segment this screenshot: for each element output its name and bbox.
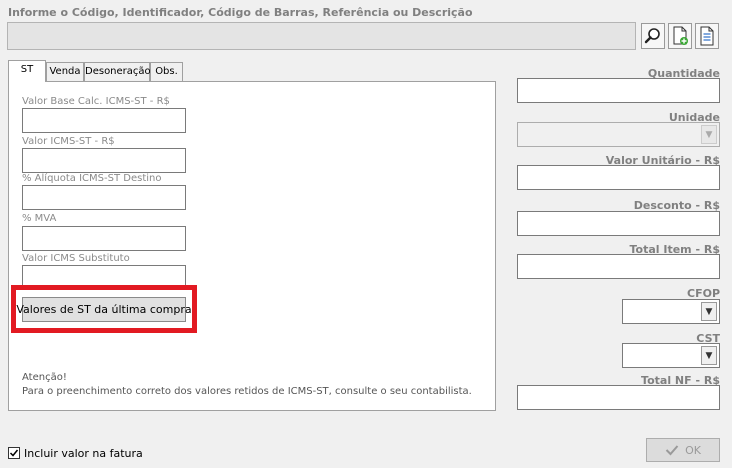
desconto-input[interactable] xyxy=(517,211,720,236)
unidade-select[interactable]: ▼ xyxy=(517,122,720,147)
attention-title: Atenção! xyxy=(22,372,67,383)
new-product-button[interactable] xyxy=(668,23,692,49)
cfop-select[interactable]: ▼ xyxy=(622,299,720,324)
checkmark-icon xyxy=(665,445,679,456)
base-calc-icms-st-label: Valor Base Calc. ICMS-ST - R$ xyxy=(22,96,170,107)
mva-label: % MVA xyxy=(22,213,57,224)
chevron-down-icon: ▼ xyxy=(701,302,717,321)
include-invoice-checkbox[interactable] xyxy=(8,447,20,459)
aliquota-destino-input[interactable] xyxy=(22,185,186,210)
cst-select[interactable]: ▼ xyxy=(622,343,720,368)
aliquota-destino-label: % Alíquota ICMS-ST Destino xyxy=(22,173,162,184)
last-purchase-st-button[interactable]: Valores de ST da última compra xyxy=(16,297,192,322)
ok-label: OK xyxy=(685,443,701,457)
search-product-button[interactable] xyxy=(641,23,665,49)
tab-obs[interactable]: Obs. xyxy=(150,62,183,81)
product-details-button[interactable] xyxy=(695,23,719,49)
checkmark-icon xyxy=(9,449,19,457)
magnifier-icon xyxy=(644,28,660,44)
quantidade-input[interactable] xyxy=(517,78,720,103)
base-calc-icms-st-input[interactable] xyxy=(22,108,186,133)
total-item-input[interactable] xyxy=(517,254,720,279)
icms-st-value-input[interactable] xyxy=(22,148,186,173)
ok-button[interactable]: OK xyxy=(646,438,720,462)
chevron-down-icon: ▼ xyxy=(701,346,717,365)
search-input[interactable] xyxy=(7,22,636,50)
icms-st-value-label: Valor ICMS-ST - R$ xyxy=(22,136,115,147)
add-document-icon xyxy=(673,26,688,45)
document-icon xyxy=(700,26,714,46)
search-label: Informe o Código, Identificador, Código … xyxy=(8,6,473,19)
mva-input[interactable] xyxy=(22,226,186,251)
tab-st[interactable]: ST xyxy=(8,60,46,82)
chevron-down-icon: ▼ xyxy=(701,125,717,144)
attention-text: Para o preenchimento correto dos valores… xyxy=(22,386,472,397)
valor-unitario-input[interactable] xyxy=(517,165,720,190)
tab-venda[interactable]: Venda xyxy=(46,62,84,81)
total-nf-input[interactable] xyxy=(517,385,720,410)
include-invoice-label: Incluir valor na fatura xyxy=(24,447,143,460)
icms-substituto-label: Valor ICMS Substituto xyxy=(22,253,130,264)
tab-desoneracao[interactable]: Desoneração xyxy=(84,62,151,81)
